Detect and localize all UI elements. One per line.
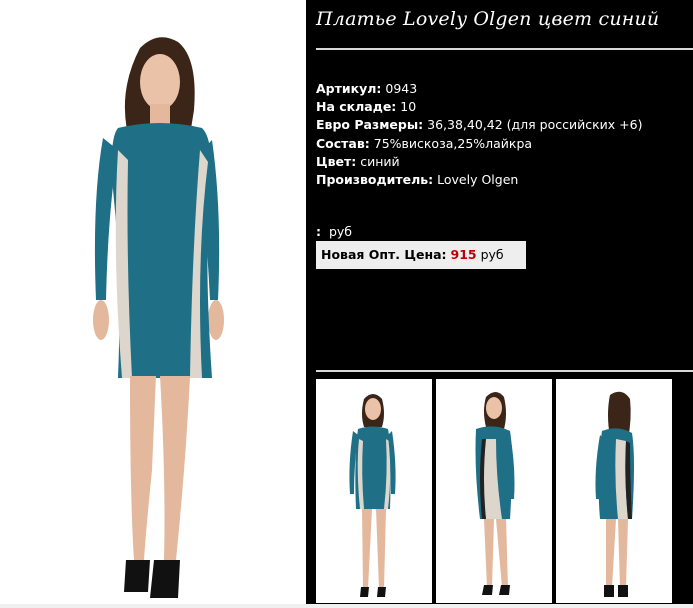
model-photo-image [93,37,224,598]
gallery-divider [316,370,693,372]
thumbnail-back[interactable] [556,379,672,603]
thumbnail-side[interactable] [436,379,552,603]
new-price-value: 915 [450,247,477,262]
product-info-panel: Платье Lovely Olgen цвет синий Артикул: … [306,0,693,608]
spec-article: Артикул: 0943 [316,81,418,96]
spec-composition: Состав: 75%вискоза,25%лайкра [316,135,533,151]
bottom-strip [0,604,693,608]
new-price-box: Новая Опт. Цена: 915 руб [316,241,526,269]
product-title: Платье Lovely Olgen цвет синий [316,8,660,30]
spec-color: Цвет: синий [316,153,400,169]
thumbnail-front[interactable] [316,379,432,603]
old-price: : руб [316,224,352,239]
main-product-photo[interactable] [0,0,306,604]
spec-stock: На складе: 10 [316,99,417,115]
spec-manufacturer: Производитель: Lovely Olgen [316,172,519,188]
title-divider [316,48,693,50]
product-page: Платье Lovely Olgen цвет синий Артикул: … [0,0,693,608]
spec-sizes: Евро Размеры: 36,38,40,42 (для российски… [316,117,643,133]
new-price-label: Новая Опт. Цена: [321,247,447,262]
product-specs: Артикул: 0943 На складе: 10 Евро Размеры… [316,80,642,189]
new-price-currency: руб [480,247,504,262]
